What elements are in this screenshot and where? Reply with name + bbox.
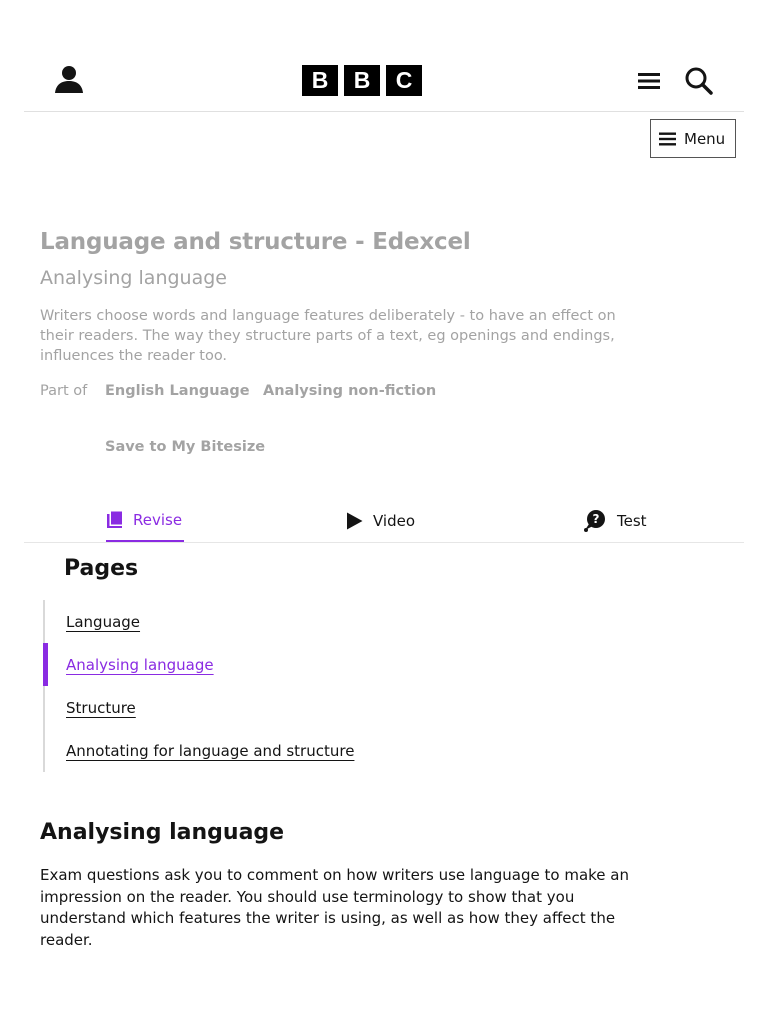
question-bubble-icon: ? [584, 510, 605, 532]
page: B B C Menu Language and structure - Edex… [0, 0, 768, 1024]
page-link-analysing-language[interactable]: Analysing language [43, 643, 543, 686]
search-button[interactable] [682, 64, 716, 98]
menu-label: Menu [684, 129, 726, 148]
pages-heading: Pages [64, 556, 139, 581]
search-icon [685, 67, 713, 95]
section-menu-button[interactable]: Menu [650, 119, 736, 158]
content-tabs: Revise Video ? Test [24, 500, 744, 543]
hamburger-icon [659, 132, 676, 145]
page-link-label[interactable]: Analysing language [66, 656, 214, 674]
page-link-annotating[interactable]: Annotating for language and structure [43, 729, 543, 772]
user-icon [55, 66, 83, 93]
book-icon [107, 511, 122, 528]
tab-test[interactable]: ? Test [583, 500, 647, 542]
tab-video[interactable]: Video [346, 500, 415, 542]
article-body: Exam questions ask you to comment on how… [40, 866, 629, 949]
tab-label: Test [617, 512, 647, 530]
bbc-logo[interactable]: B B C [302, 65, 422, 96]
bbc-logo-block: C [386, 65, 422, 96]
play-icon [347, 512, 363, 530]
save-to-my-bitesize-button[interactable]: Save to My Bitesize [105, 439, 265, 455]
tab-revise[interactable]: Revise [106, 500, 184, 542]
page-subtitle: Analysing language [40, 267, 227, 289]
part-of-label: Part of [40, 383, 88, 399]
page-link-structure[interactable]: Structure [43, 686, 543, 729]
tab-label: Revise [133, 511, 183, 529]
bbc-logo-block: B [302, 65, 338, 96]
article-heading: Analysing language [40, 820, 285, 845]
account-button[interactable] [52, 62, 86, 96]
page-title: Language and structure - Edexcel [40, 229, 471, 255]
part-of-link-analysing-non-fiction[interactable]: Analysing non-fiction [263, 383, 436, 399]
hamburger-icon [638, 73, 660, 89]
tab-label: Video [373, 512, 416, 530]
svg-text:?: ? [593, 512, 600, 526]
page-link-label[interactable]: Language [66, 613, 140, 631]
bbc-logo-block: B [344, 65, 380, 96]
page-link-label[interactable]: Annotating for language and structure [66, 742, 354, 760]
page-description: Writers choose words and language featur… [40, 308, 616, 364]
page-link-language[interactable]: Language [43, 600, 543, 643]
top-bar: B B C [24, 48, 744, 112]
pages-list: Language Analysing language Structure An… [43, 600, 543, 772]
page-link-label[interactable]: Structure [66, 699, 136, 717]
part-of-link-english-language[interactable]: English Language [105, 383, 250, 399]
main-menu-button[interactable] [636, 70, 662, 92]
